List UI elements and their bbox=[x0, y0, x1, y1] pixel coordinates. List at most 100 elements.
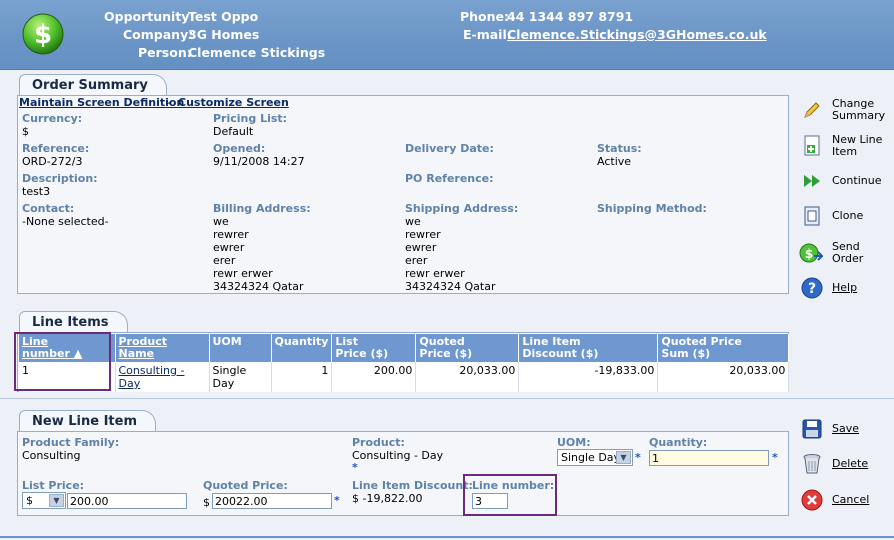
required-asterisk: * bbox=[635, 451, 641, 464]
help-button[interactable]: ? Help bbox=[801, 277, 857, 299]
floppy-disk-icon bbox=[801, 418, 823, 440]
action-label: Help bbox=[832, 281, 858, 294]
save-button[interactable]: Save bbox=[801, 418, 859, 440]
customize-screen-link[interactable]: Customize Screen bbox=[178, 96, 289, 109]
action-label: Continue bbox=[832, 174, 882, 187]
uom-selected-value: Single Day bbox=[561, 451, 621, 464]
billing-line: ewrer bbox=[213, 241, 245, 254]
status-label: Status: bbox=[597, 142, 642, 155]
delete-button[interactable]: Delete bbox=[801, 453, 868, 475]
section-divider bbox=[0, 398, 894, 399]
svg-text:$: $ bbox=[34, 20, 52, 50]
currency-select[interactable]: $ ▼ bbox=[22, 492, 66, 509]
svg-text:?: ? bbox=[808, 281, 816, 297]
opportunity-value: Test Oppo bbox=[188, 9, 259, 24]
quoted-price-currency: $ bbox=[203, 496, 210, 509]
list-price-field[interactable] bbox=[67, 493, 187, 509]
action-label: Save bbox=[832, 422, 860, 435]
cell-product-name: Consulting - Day bbox=[115, 362, 210, 392]
action-label: Delete bbox=[832, 457, 869, 470]
billing-line: we bbox=[213, 215, 229, 228]
email-label: E-mail: bbox=[463, 27, 512, 42]
action-label: Clone bbox=[832, 209, 864, 222]
company-label: Company: bbox=[123, 27, 194, 42]
line-number-highlight bbox=[14, 332, 111, 391]
new-line-item-tab: New Line Item bbox=[19, 410, 156, 432]
pricing-list-value: Default bbox=[213, 125, 254, 138]
shipping-line: erer bbox=[405, 254, 428, 267]
billing-line: erer bbox=[213, 254, 236, 267]
quoted-price-field[interactable] bbox=[212, 493, 332, 509]
reference-label: Reference: bbox=[22, 142, 90, 155]
pencil-icon bbox=[801, 99, 823, 121]
new-document-icon bbox=[801, 135, 823, 157]
trash-can-icon bbox=[801, 453, 823, 475]
col-product-name[interactable]: Product Name bbox=[115, 334, 210, 362]
required-asterisk: * bbox=[772, 451, 778, 464]
delivery-date-label: Delivery Date: bbox=[405, 142, 494, 155]
col-uom: UOM bbox=[209, 334, 272, 362]
action-label: Item bbox=[832, 145, 858, 158]
quantity-label: Quantity: bbox=[649, 436, 708, 449]
contact-label: Contact: bbox=[22, 202, 75, 215]
line-number-field-highlight bbox=[463, 474, 557, 516]
cell-quoted-price-sum: 20,033.00 bbox=[657, 362, 790, 392]
bottom-border bbox=[0, 536, 894, 538]
table-header-row: Line number ▲ Product Name UOM Quantity Li… bbox=[19, 334, 790, 362]
quantity-field[interactable] bbox=[649, 450, 769, 466]
shipping-address: we rewrer ewrer erer rewr erwer 34324324… bbox=[405, 215, 495, 293]
action-label: Cancel bbox=[832, 493, 870, 506]
billing-line: rewr erwer bbox=[213, 267, 273, 280]
product-link[interactable]: Consulting - Day bbox=[119, 364, 185, 390]
uom-select[interactable]: Single Day ▼ bbox=[557, 449, 633, 466]
person-label: Person: bbox=[138, 45, 192, 60]
maintain-screen-link[interactable]: Maintain Screen Definition bbox=[19, 96, 184, 109]
cancel-icon bbox=[801, 489, 823, 511]
reference-value: ORD-272/3 bbox=[22, 155, 83, 168]
email-link[interactable]: Clemence.Stickings@3GHomes.co.uk bbox=[507, 27, 767, 42]
table-row[interactable]: 1 Consulting - Day Single Day 1 200.00 20,… bbox=[19, 362, 790, 392]
send-money-icon: $ bbox=[799, 242, 823, 264]
quoted-price-label: Quoted Price: bbox=[203, 479, 288, 492]
shipping-line: rewr erwer bbox=[405, 267, 465, 280]
line-items-table: Line number ▲ Product Name UOM Quantity Li… bbox=[19, 334, 790, 392]
chevron-down-icon[interactable]: ▼ bbox=[49, 494, 64, 507]
svg-text:$: $ bbox=[805, 247, 813, 261]
send-order-button[interactable]: $ Send Order bbox=[799, 241, 894, 265]
product-label: Product: bbox=[352, 436, 405, 449]
product-family-value: Consulting bbox=[22, 449, 81, 462]
sort-link[interactable]: Product Name bbox=[119, 335, 168, 360]
product-family-label: Product Family: bbox=[22, 436, 120, 449]
continue-button[interactable]: Continue bbox=[801, 170, 881, 192]
new-line-item-button[interactable]: New Line Item bbox=[801, 134, 882, 158]
product-value: Consulting - Day bbox=[352, 449, 444, 462]
action-label: Send Order bbox=[832, 240, 864, 265]
clone-button[interactable]: Clone bbox=[801, 205, 863, 227]
col-quantity: Quantity bbox=[271, 334, 333, 362]
change-summary-button[interactable]: Change Summary bbox=[801, 98, 885, 122]
dollar-logo-icon: $ bbox=[22, 13, 64, 55]
col-quoted-price: Quoted Price ($) bbox=[415, 334, 520, 362]
chevron-down-icon[interactable]: ▼ bbox=[616, 451, 631, 464]
link-separator: - bbox=[167, 96, 171, 109]
po-reference-label: PO Reference: bbox=[405, 172, 494, 185]
list-price-label: List Price: bbox=[22, 479, 85, 492]
cancel-button[interactable]: Cancel bbox=[801, 489, 869, 511]
shipping-line: 34324324 Qatar bbox=[405, 280, 496, 293]
shipping-address-label: Shipping Address: bbox=[405, 202, 519, 215]
line-item-discount-label: Line Item Discount: bbox=[352, 479, 473, 492]
status-value: Active bbox=[597, 155, 632, 168]
billing-address-label: Billing Address: bbox=[213, 202, 311, 215]
action-label: Summary bbox=[832, 109, 886, 122]
pricing-list-label: Pricing List: bbox=[213, 112, 288, 125]
currency-value: $ bbox=[22, 125, 29, 138]
clone-document-icon bbox=[801, 205, 823, 227]
required-asterisk: * bbox=[334, 494, 340, 507]
uom-label: UOM: bbox=[557, 436, 591, 449]
order-summary-tab: Order Summary bbox=[19, 74, 167, 96]
line-item-discount-value: $ -19,822.00 bbox=[352, 492, 423, 505]
billing-line: rewrer bbox=[213, 228, 249, 241]
cell-quantity: 1 bbox=[271, 362, 333, 392]
shipping-line: ewrer bbox=[405, 241, 437, 254]
cell-discount: -19,833.00 bbox=[518, 362, 659, 392]
